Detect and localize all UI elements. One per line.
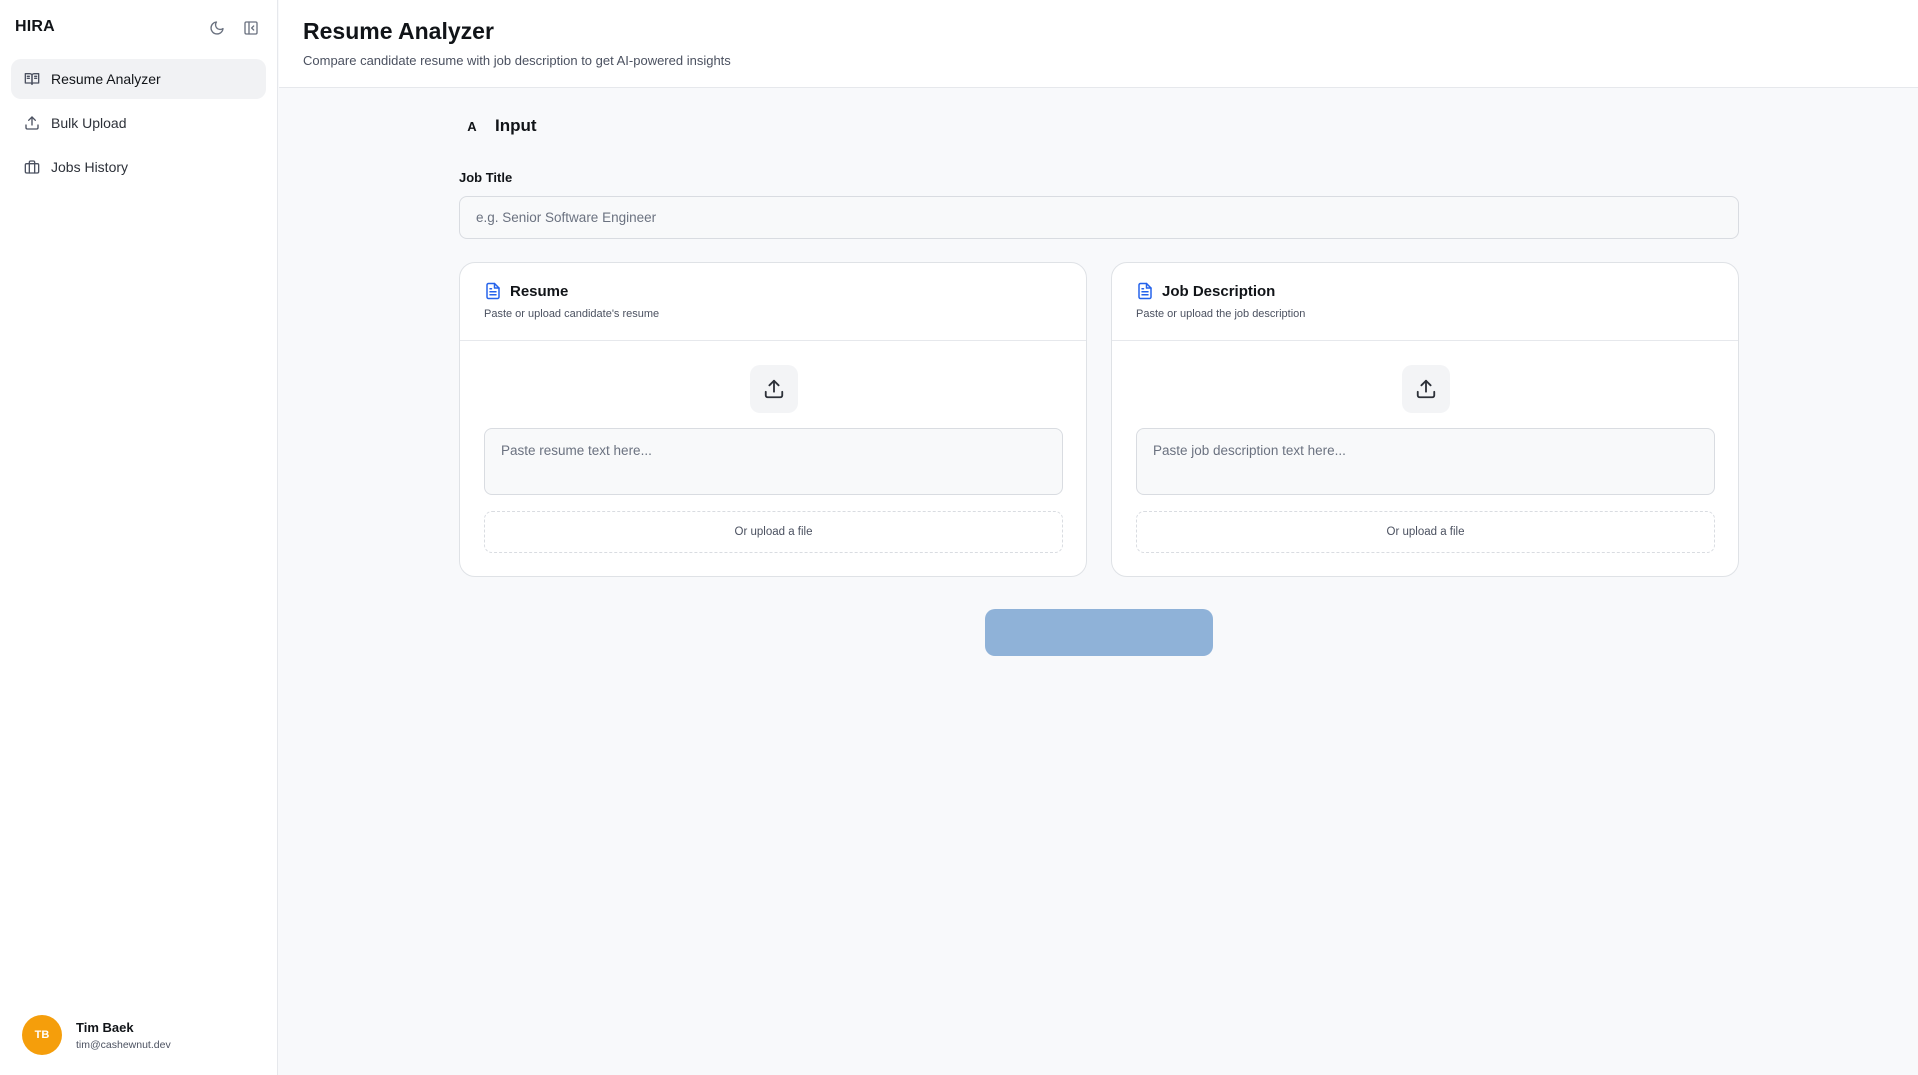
sidebar-item-label: Resume Analyzer — [51, 71, 161, 87]
upload-icon — [764, 379, 784, 399]
card-description: Paste or upload candidate's resume — [484, 308, 660, 320]
sidebar-collapse-button[interactable] — [240, 17, 262, 39]
resume-file-upload[interactable]: Or upload a file — [484, 511, 1063, 553]
file-text-icon — [484, 281, 502, 301]
section-title: Input — [495, 116, 537, 135]
sidebar-item-label: Bulk Upload — [51, 115, 127, 131]
section-letter-icon: A — [467, 118, 477, 134]
upload-button[interactable] — [750, 365, 798, 413]
card-title: Resume — [510, 282, 569, 300]
sidebar-item-jobs-history[interactable]: Jobs History — [11, 147, 266, 187]
brand-logo: HIRA — [15, 18, 55, 35]
page-subtitle: Compare candidate resume with job descri… — [303, 53, 731, 68]
job-description-card-header: Job Description Paste or upload the job … — [1112, 263, 1738, 341]
sidebar-item-bulk-upload[interactable]: Bulk Upload — [11, 103, 266, 143]
sidebar-nav: Resume Analyzer Bulk Upload Jobs History — [11, 59, 266, 191]
input-section-header: A Input — [459, 116, 537, 136]
job-description-card: Job Description Paste or upload the job … — [1111, 262, 1739, 577]
book-open-icon — [23, 70, 41, 88]
theme-toggle-button[interactable] — [206, 17, 228, 39]
user-name: Tim Baek — [76, 1019, 134, 1035]
avatar: TB — [22, 1015, 62, 1055]
resume-card-header: Resume Paste or upload candidate's resum… — [460, 263, 1086, 341]
page-title: Resume Analyzer — [303, 18, 494, 44]
job-description-text-input[interactable] — [1136, 428, 1715, 495]
job-description-file-upload[interactable]: Or upload a file — [1136, 511, 1715, 553]
card-description: Paste or upload the job description — [1136, 308, 1306, 320]
analyze-button[interactable] — [985, 609, 1213, 656]
user-profile[interactable]: TB Tim Baek tim@cashewnut.dev — [22, 1015, 171, 1055]
upload-icon — [23, 114, 41, 132]
user-email: tim@cashewnut.dev — [76, 1038, 171, 1051]
sidebar: HIRA Resume Analyzer Bulk Upload Jobs Hi… — [0, 0, 278, 1075]
resume-text-input[interactable] — [484, 428, 1063, 495]
sidebar-item-resume-analyzer[interactable]: Resume Analyzer — [11, 59, 266, 99]
resume-card: Resume Paste or upload candidate's resum… — [459, 262, 1087, 577]
sidebar-collapse-icon — [244, 21, 258, 35]
page-header: Resume Analyzer Compare candidate resume… — [279, 0, 1918, 88]
upload-icon — [1416, 379, 1436, 399]
upload-button[interactable] — [1402, 365, 1450, 413]
sidebar-item-label: Jobs History — [51, 159, 129, 175]
moon-icon — [210, 21, 224, 35]
file-text-icon — [1136, 281, 1154, 301]
job-title-label: Job Title — [459, 170, 513, 185]
job-title-input[interactable] — [459, 196, 1739, 239]
card-title: Job Description — [1162, 282, 1276, 300]
briefcase-icon — [23, 158, 41, 176]
